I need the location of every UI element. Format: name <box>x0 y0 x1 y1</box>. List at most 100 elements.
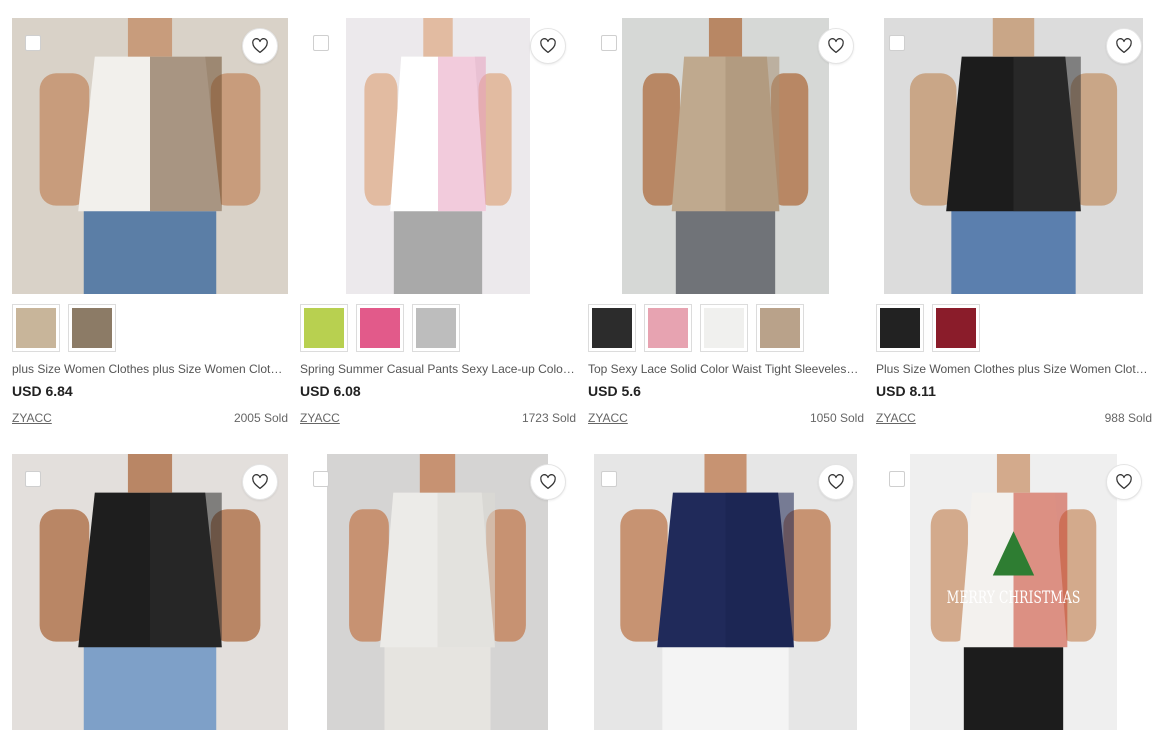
pants-shape <box>951 205 1076 294</box>
garment-accent <box>438 56 486 212</box>
select-checkbox[interactable] <box>313 35 329 51</box>
product-photo[interactable] <box>327 454 548 730</box>
color-swatch[interactable] <box>644 304 692 352</box>
product-card[interactable]: Plus Size Women Clothes plus Size Women … <box>876 18 1152 426</box>
pants-shape <box>384 641 491 730</box>
model-illustration <box>12 454 288 730</box>
product-image[interactable] <box>588 18 864 294</box>
product-title[interactable]: Top Sexy Lace Solid Color Waist Tight Sl… <box>588 361 864 377</box>
heart-outline-icon <box>828 474 844 490</box>
product-card[interactable]: plus Size Women Clothes plus Size Women … <box>12 18 288 426</box>
product-photo[interactable] <box>346 18 530 294</box>
select-checkbox[interactable] <box>313 471 329 487</box>
product-image[interactable] <box>300 18 576 294</box>
product-price: USD 6.08 <box>300 383 361 399</box>
model-illustration <box>327 454 548 730</box>
heart-outline-icon <box>1116 38 1132 54</box>
pants-shape <box>83 641 217 730</box>
favorite-button[interactable] <box>818 464 854 500</box>
select-checkbox[interactable] <box>601 35 617 51</box>
product-card[interactable]: MERRY CHRISTMAS <box>876 454 1152 730</box>
sold-count: 2005 Sold <box>233 411 288 425</box>
swatch-thumbnail <box>760 308 800 348</box>
garment-accent <box>725 56 780 212</box>
product-photo[interactable] <box>622 18 829 294</box>
product-photo[interactable] <box>594 454 857 730</box>
product-photo[interactable]: MERRY CHRISTMAS <box>910 454 1117 730</box>
product-photo[interactable] <box>12 454 288 730</box>
product-meta: ZYACC 988 Sold <box>876 410 1152 426</box>
model-illustration <box>346 18 530 294</box>
color-swatch[interactable] <box>756 304 804 352</box>
favorite-button[interactable] <box>530 28 566 64</box>
product-card[interactable] <box>300 454 576 730</box>
product-image[interactable] <box>12 18 288 294</box>
color-swatches <box>588 304 864 352</box>
product-card[interactable] <box>588 454 864 730</box>
favorite-button[interactable] <box>1106 28 1142 64</box>
model-illustration <box>594 454 857 730</box>
seller-link[interactable]: ZYACC <box>300 410 340 426</box>
neck-shape <box>708 18 743 57</box>
print-text: MERRY CHRISTMAS <box>947 588 1081 607</box>
swatch-thumbnail <box>880 308 920 348</box>
color-swatch[interactable] <box>932 304 980 352</box>
color-swatch[interactable] <box>700 304 748 352</box>
product-image[interactable] <box>588 454 864 730</box>
select-checkbox[interactable] <box>889 471 905 487</box>
swatch-thumbnail <box>72 308 112 348</box>
product-title[interactable]: Spring Summer Casual Pants Sexy Lace-up … <box>300 361 576 377</box>
color-swatch[interactable] <box>588 304 636 352</box>
sold-count: 1723 Sold <box>521 411 576 425</box>
garment-accent <box>725 492 794 648</box>
product-card[interactable]: Spring Summer Casual Pants Sexy Lace-up … <box>300 18 576 426</box>
sold-count: 1050 Sold <box>809 411 864 425</box>
favorite-button[interactable] <box>1106 464 1142 500</box>
model-illustration: MERRY CHRISTMAS <box>910 454 1117 730</box>
neck-shape <box>704 454 747 493</box>
product-card[interactable]: Top Sexy Lace Solid Color Waist Tight Sl… <box>588 18 864 426</box>
swatch-thumbnail <box>704 308 744 348</box>
favorite-button[interactable] <box>242 464 278 500</box>
product-photo[interactable] <box>12 18 288 294</box>
select-checkbox[interactable] <box>889 35 905 51</box>
neck-shape <box>996 454 1031 493</box>
seller-link[interactable]: ZYACC <box>12 410 52 426</box>
seller-link[interactable]: ZYACC <box>588 410 628 426</box>
select-checkbox[interactable] <box>601 471 617 487</box>
favorite-button[interactable] <box>530 464 566 500</box>
color-swatch[interactable] <box>876 304 924 352</box>
neck-shape <box>423 18 453 57</box>
select-checkbox[interactable] <box>25 471 41 487</box>
color-swatch[interactable] <box>68 304 116 352</box>
product-image[interactable]: MERRY CHRISTMAS <box>876 454 1152 730</box>
product-image[interactable] <box>300 454 576 730</box>
product-price: USD 6.84 <box>12 383 73 399</box>
product-photo[interactable] <box>884 18 1143 294</box>
neck-shape <box>992 18 1035 57</box>
select-checkbox[interactable] <box>25 35 41 51</box>
swatch-thumbnail <box>416 308 456 348</box>
product-price: USD 5.6 <box>588 383 641 399</box>
color-swatch[interactable] <box>12 304 60 352</box>
favorite-button[interactable] <box>242 28 278 64</box>
product-card[interactable] <box>12 454 288 730</box>
product-image[interactable] <box>876 18 1152 294</box>
color-swatches <box>300 304 576 352</box>
heart-outline-icon <box>1116 474 1132 490</box>
product-title[interactable]: Plus Size Women Clothes plus Size Women … <box>876 361 1152 377</box>
swatch-thumbnail <box>648 308 688 348</box>
pants-shape <box>675 205 776 294</box>
color-swatch[interactable] <box>300 304 348 352</box>
product-price: USD 8.11 <box>876 383 936 399</box>
seller-link[interactable]: ZYACC <box>876 410 916 426</box>
swatch-thumbnail <box>936 308 976 348</box>
neck-shape <box>127 454 173 493</box>
product-image[interactable] <box>12 454 288 730</box>
swatch-thumbnail <box>304 308 344 348</box>
color-swatch[interactable] <box>412 304 460 352</box>
product-title[interactable]: plus Size Women Clothes plus Size Women … <box>12 361 288 377</box>
favorite-button[interactable] <box>818 28 854 64</box>
product-meta: ZYACC 1050 Sold <box>588 410 864 426</box>
color-swatch[interactable] <box>356 304 404 352</box>
